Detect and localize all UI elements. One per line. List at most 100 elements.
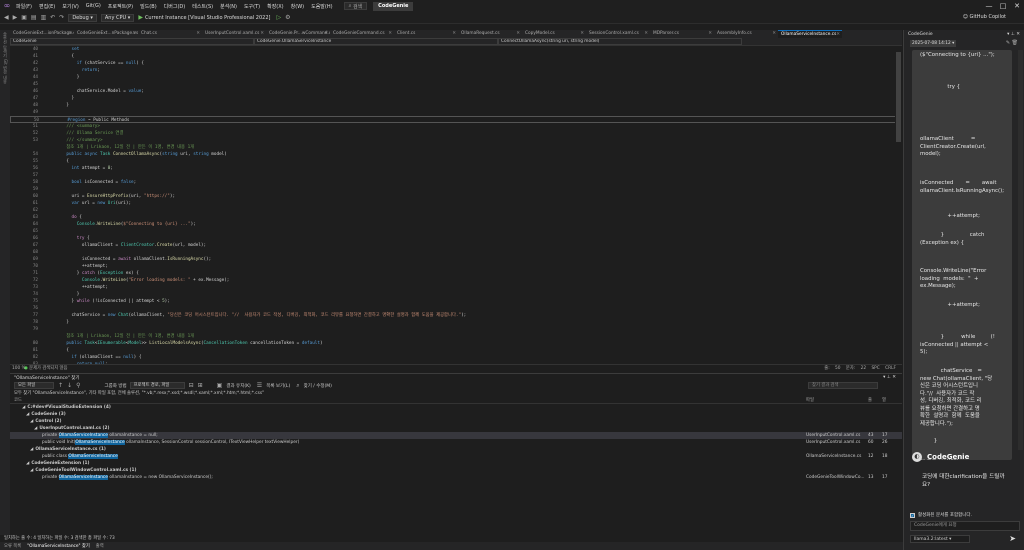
close-tab-icon[interactable]: ✕ [196,30,200,38]
expand-icon[interactable]: ◢ [26,412,29,417]
result-row[interactable]: ◢ CodeGenie (3) [10,411,902,418]
tab-output[interactable]: 출력 [96,543,104,549]
code-line[interactable]: 74 } [10,291,902,298]
code-line[interactable]: 참조 1개 | Lrikaon, 12일 전 | 만든 이 1명, 변경 내용 … [10,333,902,340]
expand-icon[interactable]: ◢ [26,461,29,466]
document-tab[interactable]: OllamaServiceInstance.cs ✕ [778,30,842,38]
code-line[interactable]: 80 public Task<IEnumerable<Model>> ListL… [10,340,902,347]
document-tab[interactable]: CodeGenieCommand.cs ✕ [330,30,394,38]
save-icon[interactable]: ▤ [31,14,37,21]
code-line[interactable]: 42 if (chatService == null) { [10,60,902,67]
include-document-checkbox[interactable]: ✓ 활성화된 문서를 포함합니다. [910,512,972,518]
maximize-icon[interactable]: □ [996,0,1010,12]
menu-item[interactable]: 보기(V) [62,3,79,10]
solution-explorer-tab[interactable]: 솔루션 탐색기 [2,32,8,57]
document-tab[interactable]: CodeGenieExt...ionPackage.cs ✕ [10,30,74,38]
code-line[interactable]: 51 /// <summary> [10,123,902,130]
code-line[interactable]: 77 chatService = new Chat(ollamaClient, … [10,312,902,319]
search-box[interactable]: ⌕ 검색 [343,2,368,10]
chevron-down-icon[interactable]: ▾ [1007,32,1009,37]
document-tab[interactable]: SessionControl.xaml.cs ✕ [586,30,650,38]
code-line[interactable]: 58 bool isConnected = false; [10,179,902,186]
close-tab-icon[interactable]: ✕ [580,30,584,38]
close-icon[interactable]: ✕ [1010,0,1024,12]
menu-item[interactable]: 도움말(H) [311,3,332,10]
find-replace-button[interactable]: 찾기 / 수정(M) [304,383,332,389]
expand-icon[interactable]: ◢ [30,447,33,452]
close-tab-icon[interactable]: ✕ [452,30,456,38]
save-all-icon[interactable]: ▥ [41,14,47,21]
code-line[interactable]: 73 ++attempt; [10,284,902,291]
close-tab-icon[interactable]: ✕ [772,30,776,38]
menu-item[interactable]: 테스트(S) [192,3,213,10]
tab-find-results[interactable]: "OllamaServiceInstance" 찾기 [27,543,90,549]
result-row[interactable]: ◢ C:#dev#VisualStudioExtension (4) [10,404,902,411]
code-line[interactable]: 54 public async Task ConnectOllamaAsync(… [10,151,902,158]
result-row[interactable]: ◢ UserInputControl.xaml.cs (2) [10,425,902,432]
code-line[interactable]: 49 [10,109,902,116]
close-tab-icon[interactable]: ✕ [516,30,520,38]
result-row[interactable]: private OllamaServiceInstance ollamaInst… [10,432,902,439]
code-line[interactable]: 70 ++attempt; [10,263,902,270]
code-line[interactable]: 57 [10,172,902,179]
code-line[interactable]: 64 Console.WriteLine($"Connecting to {ur… [10,221,902,228]
menu-item[interactable]: 도구(T) [244,3,260,10]
col-line[interactable]: 줄 [868,397,872,403]
expand-icon[interactable]: ◢ [30,419,33,424]
document-tab[interactable]: Client.cs ✕ [394,30,458,38]
code-line[interactable]: 50 #region ~ Public Methods [10,116,902,123]
code-line[interactable]: 48 } [10,102,902,109]
new-item-icon[interactable]: ▣ [21,14,27,21]
minimize-icon[interactable]: — [982,0,996,12]
line-ending[interactable]: CRLF [885,366,896,371]
close-panel-icon[interactable]: ✕ [892,375,896,380]
delete-session-icon[interactable]: 🗑 [1012,40,1018,46]
keep-results-button[interactable]: 결과 유지(K) [226,383,250,389]
menu-item[interactable]: 창(W) [291,3,304,10]
document-tab[interactable]: CodeGenie.Pr...wCommand.cs ✕ [266,30,330,38]
code-line[interactable]: 78 } [10,319,902,326]
whitespace-mode[interactable]: SPC [871,366,879,371]
code-line[interactable]: 45 [10,81,902,88]
result-row[interactable]: ◢ Control (2) [10,418,902,425]
code-line[interactable]: 56 int attempt = 0; [10,165,902,172]
member-dropdown[interactable]: ConnectOllamaAsync(string uri, string mo… [498,38,742,45]
code-line[interactable]: 61 var url = new Uri(uri); [10,200,902,207]
code-line[interactable]: 69 isConnected = await ollamaClient.IsRu… [10,256,902,263]
col-col[interactable]: 열 [882,397,886,403]
search-results-input[interactable]: 찾기 결과 검색 [808,382,878,389]
menu-item[interactable]: 파일(F) [16,3,32,10]
code-line[interactable]: 66 try { [10,235,902,242]
code-line[interactable]: 44 } [10,74,902,81]
menu-item[interactable]: 프로젝트(P) [108,3,133,10]
expand-icon[interactable]: ◢ [34,426,37,431]
code-line[interactable]: 40 set [10,46,902,53]
pin-icon[interactable]: ⊥ [887,375,891,380]
document-tab[interactable]: Chat.cs ✕ [138,30,202,38]
next-result-icon[interactable]: ↓ [67,382,72,389]
code-line[interactable]: 53 /// </summary> [10,137,902,144]
code-line[interactable]: 62 [10,207,902,214]
run-without-debug-icon[interactable]: ▷ [276,14,281,21]
list-view-button[interactable]: 목록 보기(L) [266,383,290,389]
code-line[interactable]: 41 { [10,53,902,60]
col-file[interactable]: 파일 [806,397,814,403]
close-icon[interactable]: ✕ [1016,32,1020,37]
new-session-icon[interactable]: ✎ [1006,40,1010,46]
tab-error-list[interactable]: 오류 목록 [4,543,21,549]
result-row[interactable]: ◢ CodeGenieToolWindowControl.xaml.cs (1) [10,467,902,474]
close-tab-icon[interactable]: ✕ [644,30,648,38]
document-tab[interactable]: MDParser.cs ✕ [650,30,714,38]
chat-scrollbar[interactable] [1018,50,1023,450]
filter-icon[interactable]: ⚲ [76,382,80,389]
code-line[interactable]: 72 Console.WriteLine("Error loading mode… [10,277,902,284]
session-date-dropdown[interactable]: 2025-07-08 14:12 ▾ [910,40,957,47]
document-tab[interactable]: UserInputControl.xaml.cs ✕ [202,30,266,38]
close-tab-icon[interactable]: ✕ [388,30,392,38]
scope-dropdown[interactable]: 모든 파일 [14,382,54,389]
collapse-all-icon[interactable]: ⊟ [189,382,194,389]
document-tab[interactable]: OllamaRequest.cs ✕ [458,30,522,38]
document-tab[interactable]: CopyModel.cs ✕ [522,30,586,38]
copilot-button[interactable]: ☺ GitHub Copilot [963,14,1006,20]
menu-item[interactable]: 디버그(D) [164,3,186,10]
